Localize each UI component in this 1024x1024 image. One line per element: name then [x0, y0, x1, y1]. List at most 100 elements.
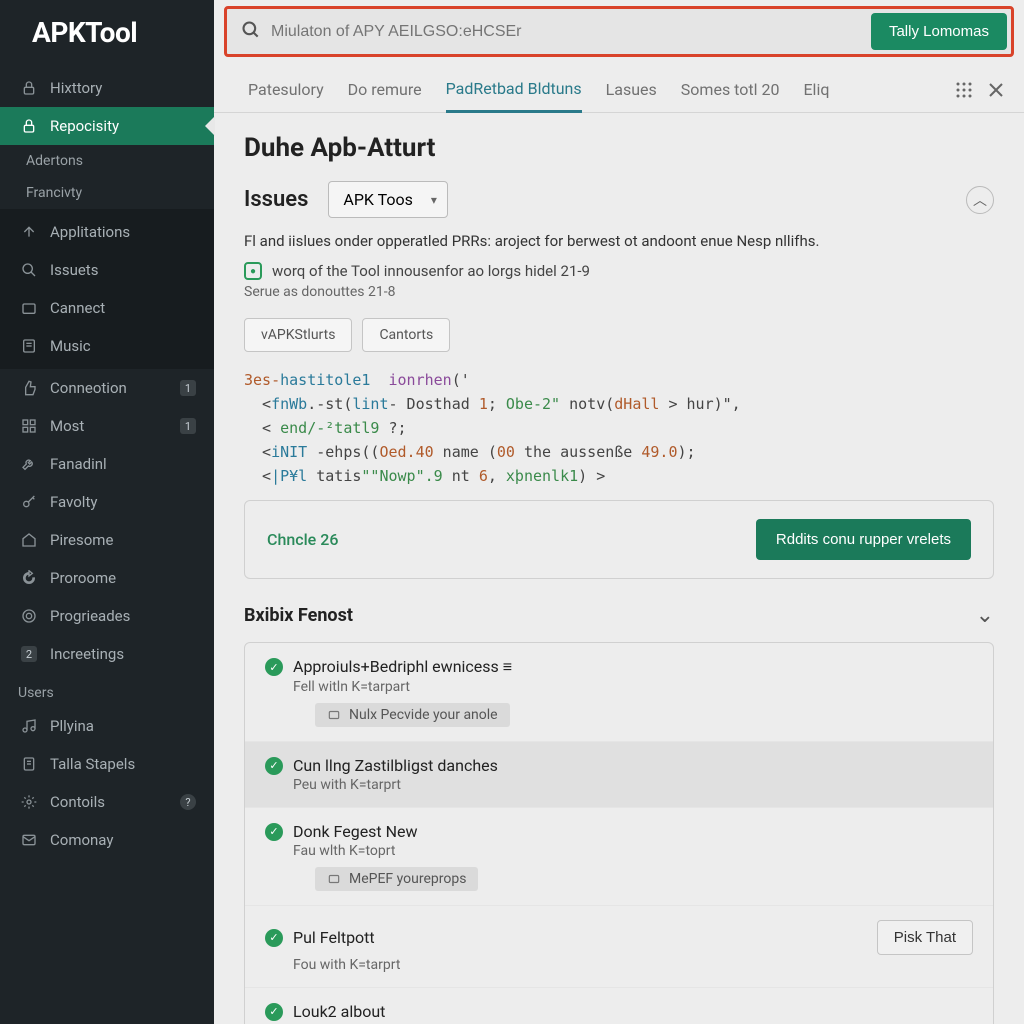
sidebar-item-label: Pllyina [50, 717, 94, 735]
tab-lasues[interactable]: Lasues [606, 72, 657, 111]
tab-eliq[interactable]: Eliq [803, 72, 829, 111]
note-icon [20, 337, 38, 355]
sidebar-item-label: Most [50, 417, 84, 435]
list-item-title: Cun llng Zastilbligst danches [293, 756, 498, 775]
gear-icon [20, 793, 38, 811]
list-item-subtitle: Fau wlth K=toprt [293, 843, 973, 859]
grid-icon [20, 417, 38, 435]
list-item-tag: Nulx Pecvide your anole [315, 703, 510, 727]
filter-chip[interactable]: vAPKStlurts [244, 318, 352, 352]
sidebar-subitem[interactable]: Adertons [0, 145, 214, 177]
sidebar-item-hixttory[interactable]: Hixttory [0, 69, 214, 107]
content-area: Duhe Apb-Atturt Issues APK Toos ︿ Fl and… [214, 113, 1024, 1024]
check-circle-icon: ✓ [265, 1003, 283, 1021]
filter-chip[interactable]: Cantorts [362, 318, 450, 352]
sidebar-item-issuets[interactable]: Issuets [0, 251, 214, 289]
check-circle-icon: ✓ [265, 929, 283, 947]
sidebar-item-conneotion[interactable]: Conneotion 1 [0, 369, 214, 407]
sidebar-item-music[interactable]: Music [0, 327, 214, 365]
sidebar-item-label: Hixttory [50, 79, 102, 97]
close-icon[interactable] [988, 82, 1004, 102]
sidebar-item-cannect[interactable]: Cannect [0, 289, 214, 327]
tab-do-remure[interactable]: Do remure [348, 72, 422, 111]
chevron-down-icon[interactable]: ⌄ [976, 603, 994, 628]
sidebar-item-label: Comonay [50, 831, 113, 849]
sidebar-item-label: Proroome [50, 569, 116, 587]
list-item[interactable]: ✓ Cun llng Zastilbligst danches Peu with… [245, 742, 993, 808]
sidebar-user-item[interactable]: Talla Stapels [0, 745, 214, 783]
thumb-icon [20, 379, 38, 397]
tab-bar: Patesulory Do remure PadRetbad Bldtuns L… [214, 61, 1024, 113]
list-item[interactable]: ✓ Louk2 albout Pau with K=topt [245, 988, 993, 1024]
list-item[interactable]: ✓ Approiuls+Bedriphl ewnicess ≡ Fell wit… [245, 643, 993, 742]
list-item-tag: MePEF youreprops [315, 867, 478, 891]
count-badge: 1 [180, 380, 196, 396]
description-text: Fl and iislues onder opperatled PRRs: ar… [244, 232, 994, 250]
sidebar-item-piresome[interactable]: Piresome [0, 521, 214, 559]
sidebar-item-label: Fanadinl [50, 455, 107, 473]
check-circle-icon: ✓ [265, 658, 283, 676]
sidebar-item-most[interactable]: Most 1 [0, 407, 214, 445]
tag-icon [327, 872, 341, 886]
sidebar-user-item[interactable]: Contoils ? [0, 783, 214, 821]
users-section-label: Users [0, 673, 214, 707]
tab-padretbad-bldtuns[interactable]: PadRetbad Bldtuns [446, 71, 582, 113]
list-action-button[interactable]: Pisk That [877, 920, 973, 955]
list-item[interactable]: ✓ Donk Fegest New Fau wlth K=toprt MePEF… [245, 808, 993, 906]
loop-icon [20, 569, 38, 587]
sidebar-item-label: Conneotion [50, 379, 127, 397]
sidebar-subitem[interactable]: Francivty [0, 177, 214, 209]
section-title: Bxibix Fenost [244, 605, 353, 626]
sidebar-user-item[interactable]: Pllyina [0, 707, 214, 745]
help-badge: ? [180, 794, 196, 810]
sidebar-item-repocisity[interactable]: Repocisity [0, 107, 214, 145]
search-button[interactable]: Tally Lomomas [871, 13, 1007, 50]
sidebar-item-label: Cannect [50, 299, 105, 317]
check-circle-icon: ✓ [265, 757, 283, 775]
apps-icon[interactable] [956, 82, 972, 102]
status-indicator-icon: ● [244, 262, 262, 280]
sidebar-item-label: Favolty [50, 493, 97, 511]
status-main-text: worq of the Tool innousenfor ao lorgs hi… [272, 262, 590, 280]
sidebar-item-label: Issuets [50, 261, 98, 279]
list-item-title: Pul Feltpott [293, 928, 375, 947]
sidebar-user-item[interactable]: Comonay [0, 821, 214, 859]
sidebar-item-label: Progrieades [50, 607, 130, 625]
code-snippet: 3es-hastitole1 ionrhen(' <fnWb.-st(lint-… [244, 368, 994, 488]
scroll-up-button[interactable]: ︿ [966, 186, 994, 214]
status-sub-text: Serue as donouttes 21-8 [244, 284, 994, 300]
task-list: ✓ Approiuls+Bedriphl ewnicess ≡ Fell wit… [244, 642, 994, 1024]
list-item[interactable]: ✓ Pul Feltpott Pisk That Fou with K=tarp… [245, 906, 993, 988]
music-icon [20, 717, 38, 735]
target-icon [20, 607, 38, 625]
tab-patesulory[interactable]: Patesulory [248, 72, 324, 111]
arrow-up-icon [20, 223, 38, 241]
sidebar-item-favolty[interactable]: Favolty [0, 483, 214, 521]
tag-icon [327, 708, 341, 722]
doc-icon [20, 755, 38, 773]
key-icon [20, 493, 38, 511]
search-input[interactable] [271, 23, 871, 41]
sidebar-item-increetings[interactable]: 2 Increetings [0, 635, 214, 673]
sidebar-item-fanadinl[interactable]: Fanadinl [0, 445, 214, 483]
sidebar-item-proroome[interactable]: Proroome [0, 559, 214, 597]
folder-icon [20, 299, 38, 317]
tool-select[interactable]: APK Toos [328, 181, 448, 218]
action-label: Chncle 26 [267, 530, 338, 549]
sidebar-item-label: Contoils [50, 793, 105, 811]
lock-icon [20, 117, 38, 135]
issues-label: Issues [244, 187, 308, 212]
main-panel: Tally Lomomas Patesulory Do remure PadRe… [214, 0, 1024, 1024]
sidebar-item-applitations[interactable]: Applitations [0, 213, 214, 251]
action-card: Chncle 26 Rddits conu rupper vrelets [244, 500, 994, 579]
list-item-subtitle: Fou with K=tarprt [293, 957, 973, 973]
count-badge: 1 [180, 418, 196, 434]
page-title: Duhe Apb-Atturt [244, 133, 994, 163]
sidebar-item-progrieades[interactable]: Progrieades [0, 597, 214, 635]
list-item-title: Louk2 albout [293, 1002, 385, 1021]
sidebar-item-label: Music [50, 337, 91, 355]
mail-icon [20, 831, 38, 849]
sidebar-item-label: Applitations [50, 223, 130, 241]
tab-somes-totl-20[interactable]: Somes totl 20 [681, 72, 780, 111]
primary-action-button[interactable]: Rddits conu rupper vrelets [756, 519, 971, 560]
